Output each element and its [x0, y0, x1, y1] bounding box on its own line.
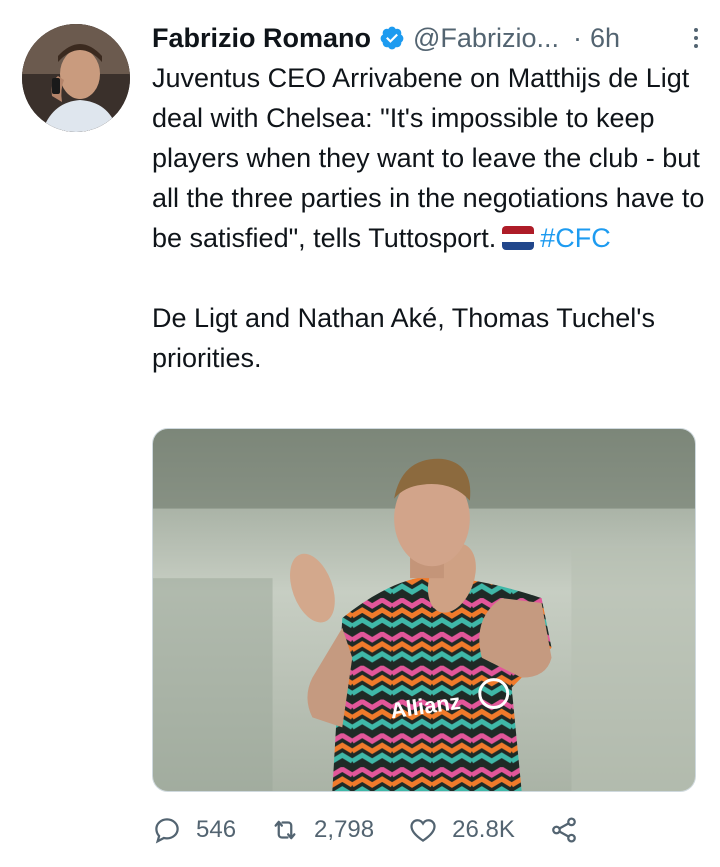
tweet-paragraph-1: Juventus CEO Arrivabene on Matthijs de L… — [152, 63, 712, 253]
tweet-actions-bar: 546 2,798 26.8K — [152, 812, 622, 848]
avatar-image — [22, 24, 130, 132]
author-handle[interactable]: @Fabrizio... — [413, 23, 559, 54]
tweet-header: Fabrizio Romano @Fabrizio... · 6h — [152, 18, 706, 58]
share-icon — [551, 817, 576, 843]
more-options-icon[interactable] — [686, 25, 706, 51]
reply-button[interactable]: 546 — [152, 815, 236, 845]
retweet-icon — [274, 820, 296, 840]
avatar[interactable] — [22, 24, 130, 132]
tweet-text: Juventus CEO Arrivabene on Matthijs de L… — [152, 58, 708, 378]
player-photo: Allianz — [153, 429, 695, 791]
retweet-count: 2,798 — [314, 816, 375, 843]
tweet-paragraph-2: De Ligt and Nathan Aké, Thomas Tuchel's … — [152, 303, 663, 373]
tweet-media-photo[interactable]: Allianz — [152, 428, 696, 792]
verified-badge-icon — [380, 26, 404, 50]
hashtag-link[interactable]: #CFC — [540, 223, 611, 253]
netherlands-flag-icon — [502, 226, 535, 250]
retweet-button[interactable]: 2,798 — [270, 815, 374, 845]
author-display-name[interactable]: Fabrizio Romano — [152, 23, 371, 54]
separator-dot: · — [572, 22, 582, 53]
like-button[interactable]: 26.8K — [408, 815, 515, 845]
like-count: 26.8K — [452, 816, 515, 843]
share-button[interactable] — [549, 815, 579, 845]
heart-icon — [410, 819, 436, 842]
tweet-timestamp[interactable]: 6h — [590, 23, 620, 54]
reply-icon — [155, 818, 179, 844]
reply-count: 546 — [196, 816, 237, 843]
